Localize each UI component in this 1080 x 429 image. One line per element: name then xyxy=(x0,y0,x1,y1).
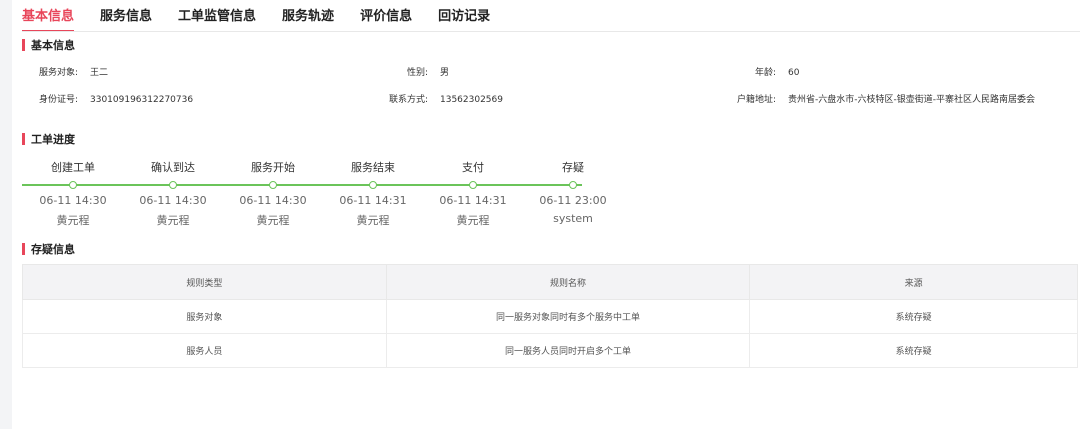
cell-rule-type: 服务人员 xyxy=(22,333,387,368)
step-user: 黄元程 xyxy=(256,214,290,227)
service-object-label: 服务对象: xyxy=(38,68,78,78)
tab-basic-info[interactable]: 基本信息 xyxy=(22,4,75,32)
tab-follow-up[interactable]: 回访记录 xyxy=(438,4,490,30)
cell-rule-name: 同一服务对象同时有多个服务中工单 xyxy=(385,299,751,334)
step-name: 服务结束 xyxy=(351,161,395,174)
step-name: 支付 xyxy=(462,161,484,174)
step-name: 确认到达 xyxy=(151,161,195,174)
left-gutter xyxy=(0,0,12,429)
title-accent-bar xyxy=(22,243,25,255)
step-dot-icon xyxy=(569,180,577,189)
step-time: 06-11 14:31 xyxy=(339,194,407,207)
step-time: 06-11 14:30 xyxy=(39,194,107,207)
id-number-label: 身份证号: xyxy=(38,95,78,105)
step-time: 06-11 14:31 xyxy=(439,194,507,207)
step-dot-icon xyxy=(69,180,77,189)
tab-service-info[interactable]: 服务信息 xyxy=(100,4,152,30)
cell-rule-name: 同一服务人员同时开启多个工单 xyxy=(385,333,751,368)
step-user: 黄元程 xyxy=(56,214,90,227)
gender-label: 性别: xyxy=(406,68,428,78)
progress-track xyxy=(22,184,582,186)
column-header-rule-name: 规则名称 xyxy=(385,264,751,300)
title-accent-bar xyxy=(22,39,25,51)
address-label: 户籍地址: xyxy=(736,95,776,105)
column-header-source: 来源 xyxy=(749,264,1078,300)
step-dot-icon xyxy=(369,180,377,189)
id-number-value: 330109196312270736 xyxy=(90,95,194,105)
tab-supervision-info[interactable]: 工单监管信息 xyxy=(178,4,256,30)
column-header-rule-type: 规则类型 xyxy=(22,264,387,300)
progress-title: 工单进度 xyxy=(22,133,75,147)
step-time: 06-11 23:00 xyxy=(539,194,607,207)
step-name: 存疑 xyxy=(562,161,584,174)
tab-evaluation[interactable]: 评价信息 xyxy=(360,4,412,30)
table-row: 服务人员 同一服务人员同时开启多个工单 系统存疑 xyxy=(22,333,1078,368)
address-value: 贵州省-六盘水市-六枝特区-银壶街道-平寨社区人民路南居委会 xyxy=(788,95,1035,105)
cell-source: 系统存疑 xyxy=(749,333,1078,368)
step-name: 创建工单 xyxy=(51,161,95,174)
basic-info-title: 基本信息 xyxy=(22,39,75,53)
step-dot-icon xyxy=(269,180,277,189)
suspect-info-title: 存疑信息 xyxy=(22,243,75,257)
step-user: system xyxy=(553,212,593,225)
service-object-value: 王二 xyxy=(90,68,109,78)
title-accent-bar xyxy=(22,133,25,145)
tab-service-track[interactable]: 服务轨迹 xyxy=(282,4,334,30)
cell-rule-type: 服务对象 xyxy=(22,299,387,334)
tab-divider xyxy=(22,31,1080,32)
gender-value: 男 xyxy=(440,68,450,78)
step-time: 06-11 14:30 xyxy=(139,194,207,207)
detail-panel: 基本信息 服务信息 工单监管信息 服务轨迹 评价信息 回访记录 基本信息 服务对… xyxy=(12,0,1080,429)
step-user: 黄元程 xyxy=(456,214,490,227)
step-dot-icon xyxy=(469,180,477,189)
phone-value: 13562302569 xyxy=(440,95,503,105)
cell-source: 系统存疑 xyxy=(749,299,1078,334)
tab-bar: 基本信息 服务信息 工单监管信息 服务轨迹 评价信息 回访记录 xyxy=(22,4,516,32)
phone-label: 联系方式: xyxy=(388,95,428,105)
step-user: 黄元程 xyxy=(156,214,190,227)
age-label: 年龄: xyxy=(754,68,776,78)
step-time: 06-11 14:30 xyxy=(239,194,307,207)
suspect-table: 规则类型 规则名称 来源 服务对象 同一服务对象同时有多个服务中工单 系统存疑 … xyxy=(22,264,1078,368)
age-value: 60 xyxy=(788,68,800,78)
step-name: 服务开始 xyxy=(251,161,295,174)
table-row: 服务对象 同一服务对象同时有多个服务中工单 系统存疑 xyxy=(22,299,1078,334)
step-dot-icon xyxy=(169,180,177,189)
step-user: 黄元程 xyxy=(356,214,390,227)
table-header-row: 规则类型 规则名称 来源 xyxy=(22,264,1078,300)
